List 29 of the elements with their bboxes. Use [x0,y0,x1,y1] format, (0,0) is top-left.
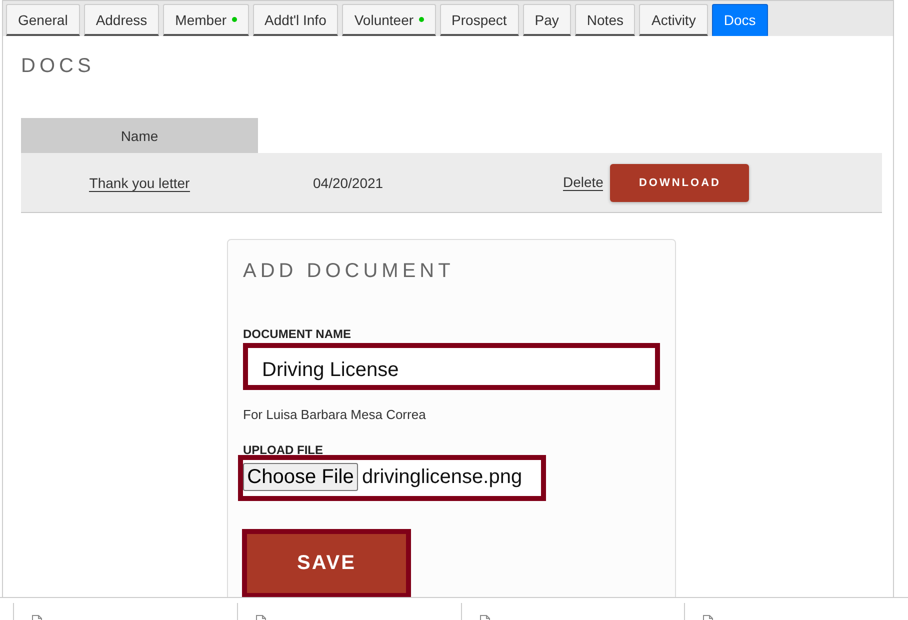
file-upload-field[interactable]: Choose File drivinglicense.png [238,455,546,501]
file-icon[interactable] [256,615,266,620]
tab[interactable]: Member [163,4,249,36]
file-icon[interactable] [32,615,42,620]
file-name: drivinglicense.png [362,465,522,490]
page-title: DOCS [21,55,96,78]
tab[interactable]: Prospect [440,4,519,36]
card-title: ADD DOCUMENT [243,260,456,283]
tab[interactable]: Docs [712,4,768,36]
file-icon[interactable] [703,615,714,620]
tab[interactable]: Notes [574,4,636,36]
document-name-field[interactable]: Driving License [243,343,660,390]
tab[interactable]: Pay [522,4,571,36]
column-header: Name [21,118,258,153]
download-button[interactable]: DOWNLOAD [610,164,750,202]
save-button[interactable]: SAVE [242,529,411,598]
file-icon[interactable] [480,615,490,620]
delete-link[interactable]: Delete [563,174,604,191]
tab[interactable]: Volunteer [342,4,436,36]
tab[interactable]: Addt'l Info [252,4,338,36]
upload-date: 04/20/2021 [313,174,384,190]
document-link[interactable]: Thank you letter [89,174,190,192]
field-label: UPLOAD FILE [243,443,324,457]
tab[interactable]: General [6,4,80,36]
choose-file-button[interactable]: Choose File [243,463,358,491]
tab[interactable]: Address [84,4,160,36]
owner-note: For Luisa Barbara Mesa Correa [243,407,427,422]
tab[interactable]: Activity [639,4,708,36]
field-label: DOCUMENT NAME [243,327,352,341]
